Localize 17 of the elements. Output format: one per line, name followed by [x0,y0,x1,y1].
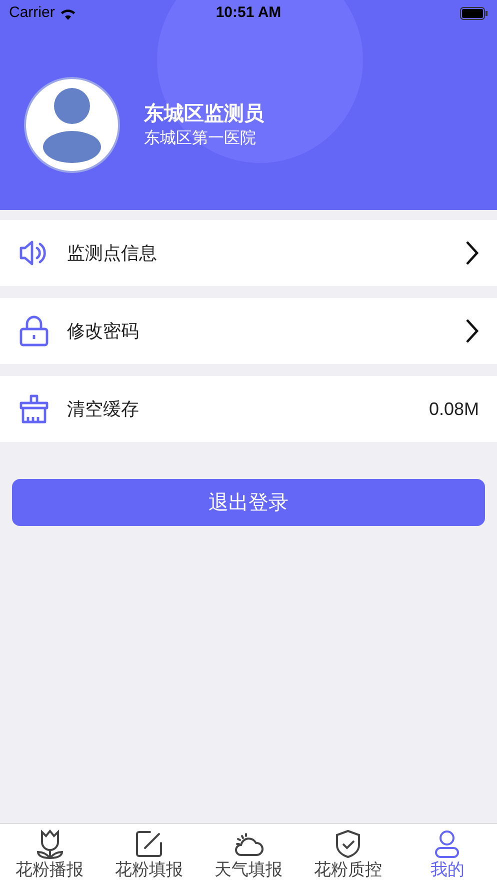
tab[interactable]: 我的 [398,824,497,883]
tab[interactable]: 花粉质控 [298,824,398,883]
menu-label: 监测点信息 [67,242,157,264]
tab[interactable]: 花粉填报 [99,824,199,883]
logout-button[interactable]: 退出登录 [12,479,485,526]
menu-label: 清空缓存 [67,398,139,420]
tab[interactable]: 天气填报 [198,824,298,883]
organization-name: 东城区第一医院 [144,128,257,149]
status-time: 10:51 AM [216,2,282,23]
carrier-label: Carrier [9,2,55,23]
menu-label: 修改密码 [67,320,139,342]
tab[interactable]: 花粉播报 [0,824,100,883]
user-name: 东城区监测员 [144,102,264,127]
menu-item[interactable]: 修改密码 [0,298,497,364]
cache-size: 0.08M [428,398,479,420]
menu-item[interactable]: 监测点信息 [0,220,497,286]
menu-item[interactable]: 清空缓存 0.08M [0,376,497,442]
